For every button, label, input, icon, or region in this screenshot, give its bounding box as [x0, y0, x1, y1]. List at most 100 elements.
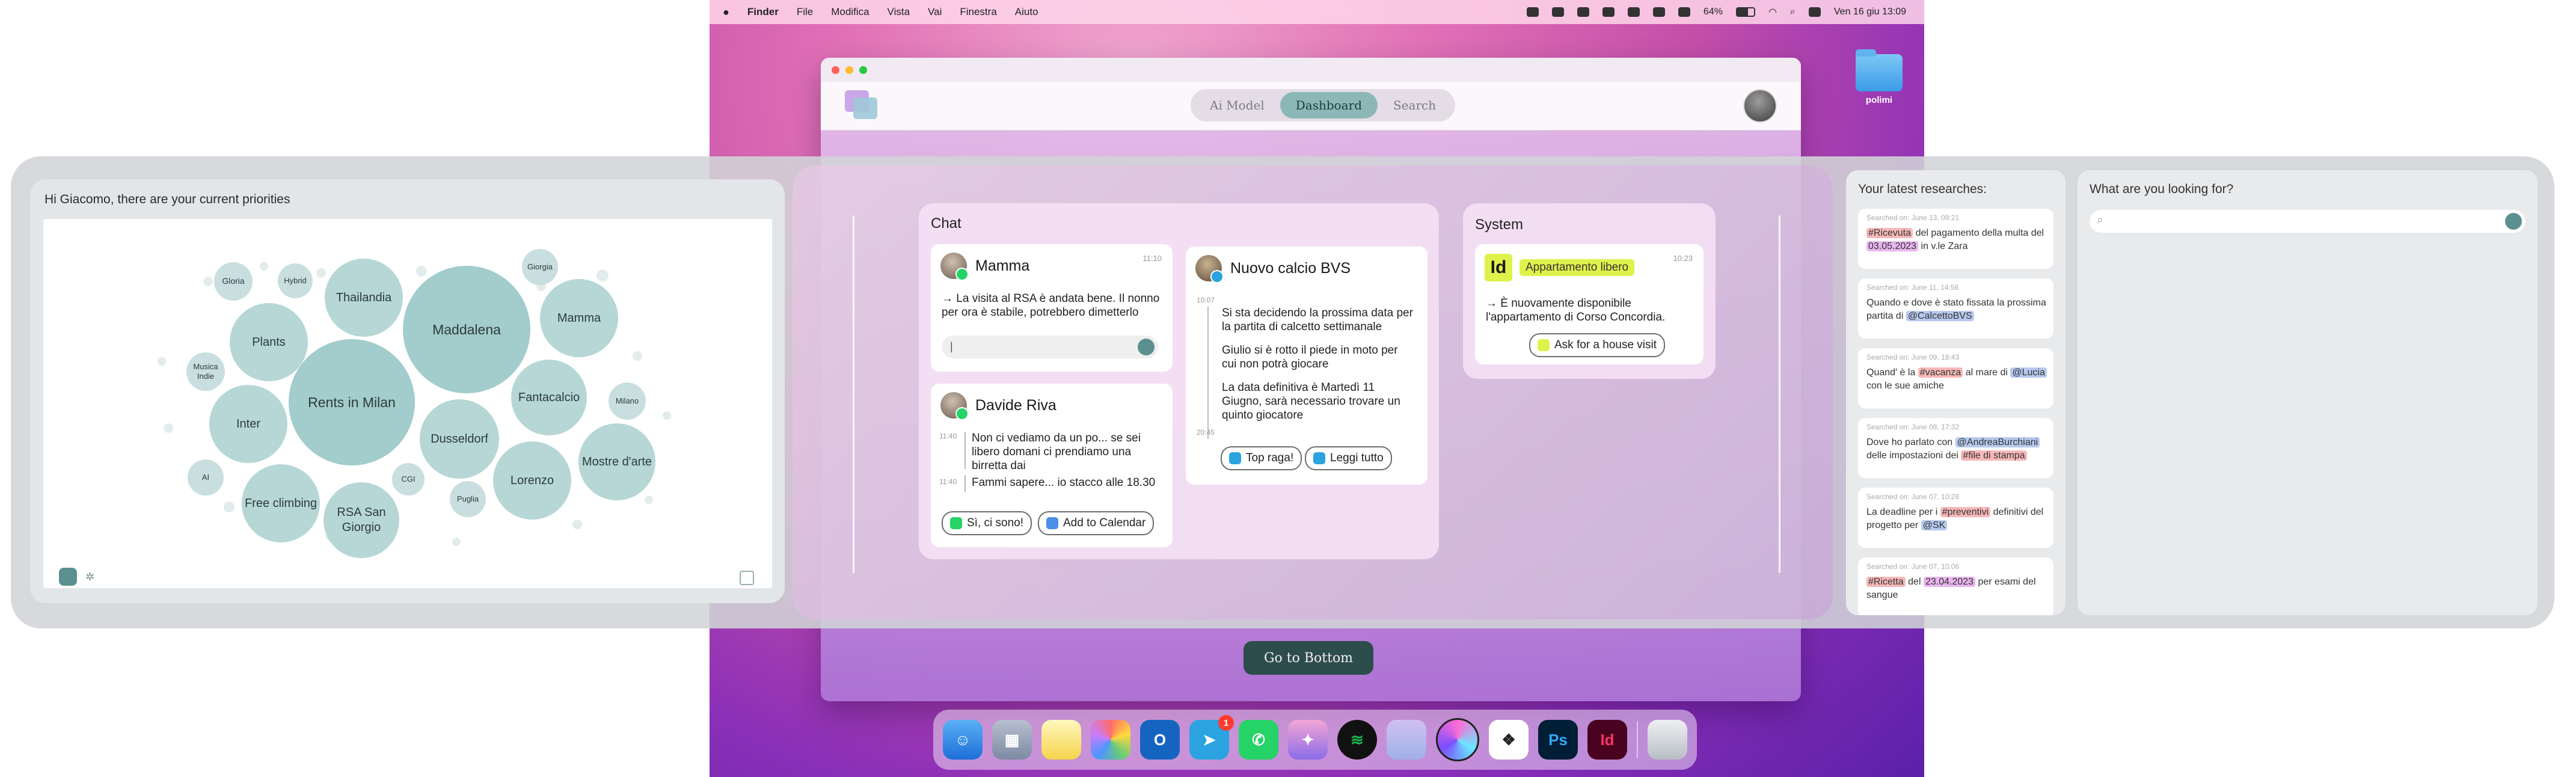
notes-icon[interactable] [1041, 720, 1081, 760]
comment-icon[interactable] [740, 571, 754, 585]
tab-ai-model[interactable]: Ai Model [1194, 92, 1280, 118]
chat-card-mamma[interactable]: Mamma 11:10 → La visita al RSA è andata … [931, 244, 1173, 372]
figma-icon[interactable]: ❖ [1489, 720, 1529, 760]
bubble-mostre-darte[interactable]: Mostre d'arte [578, 423, 655, 500]
trash-icon[interactable] [1648, 720, 1687, 760]
bubble-mamma[interactable]: Mamma [540, 279, 618, 357]
menu-aiuto[interactable]: Aiuto [1015, 6, 1038, 18]
text: del pagamento della multa del [1913, 228, 2044, 238]
hashtag: #vacanza [1918, 367, 1963, 378]
photos-icon[interactable] [1091, 720, 1130, 760]
launchpad-icon[interactable]: ▦ [992, 720, 1032, 760]
outlook-icon[interactable]: O [1140, 720, 1180, 760]
app-logo[interactable] [845, 90, 880, 119]
research-item[interactable]: Searched on: June 08, 17:32 Dove ho parl… [1858, 418, 2053, 478]
chat-card-davide[interactable]: Davide Riva 11:40 Non ci vediamo da un p… [931, 384, 1173, 547]
bubble-rents-in-milan[interactable]: Rents in Milan [289, 339, 415, 465]
menu-finestra[interactable]: Finestra [960, 6, 996, 18]
bubble-hybrid[interactable]: Hybrid [278, 263, 313, 298]
microphone-icon[interactable] [1138, 339, 1155, 355]
quick-reply-button[interactable]: Sì, ci sono! [942, 511, 1032, 535]
research-item[interactable]: Searched on: June 09, 18:43 Quand' è la … [1858, 348, 2053, 408]
read-all-label: Leggi tutto [1330, 452, 1384, 464]
system-card[interactable]: Id Appartamento libero 10:23 → È nuovame… [1475, 244, 1704, 364]
hashtag: #file di stampa [1961, 450, 2027, 461]
bubble-rsa-san-giorgio[interactable]: RSA San Giorgio [324, 482, 399, 558]
research-item[interactable]: Searched on: June 07, 10:28 La deadline … [1858, 488, 2053, 548]
finder-icon[interactable]: ☺ [943, 720, 983, 760]
sparkle-icon[interactable]: ✲ [85, 571, 97, 583]
tab-search[interactable]: Search [1378, 92, 1452, 118]
reply-input[interactable]: | [942, 336, 1158, 358]
user-avatar[interactable] [1743, 89, 1777, 123]
status-app-icon[interactable] [1577, 7, 1589, 17]
menu-vai[interactable]: Vai [928, 6, 942, 18]
research-item[interactable]: Searched on: June 07, 10:06 #Ricetta del… [1858, 557, 2053, 615]
whatsapp-icon[interactable]: ✆ [1239, 720, 1278, 760]
menu-file[interactable]: File [797, 6, 813, 18]
status-app-icon[interactable] [1627, 7, 1640, 17]
bubble-thailandia[interactable]: Thailandia [325, 259, 403, 337]
menu-finder[interactable]: Finder [747, 6, 779, 18]
search-title: What are you looking for? [2090, 182, 2234, 196]
status-app-icon[interactable] [1526, 7, 1539, 17]
arc-icon[interactable] [1436, 718, 1479, 761]
spotify-icon[interactable]: ≋ [1337, 720, 1377, 760]
photoshop-icon[interactable]: Ps [1538, 720, 1578, 760]
status-app-icon[interactable] [1551, 7, 1564, 17]
bubble-milano[interactable]: Milano [609, 382, 646, 420]
ai-search-button[interactable] [2505, 213, 2522, 230]
bubble-puglia[interactable]: Puglia [450, 481, 486, 517]
bubble-musica-indie[interactable]: Musica Indie [186, 352, 225, 391]
go-to-bottom-button[interactable]: Go to Bottom [1244, 641, 1373, 675]
house-visit-button[interactable]: Ask for a house visit [1529, 333, 1666, 357]
research-item[interactable]: Searched on: June 13, 09:21 #Ricevuta de… [1858, 209, 2053, 269]
bubble-free-climbing[interactable]: Free climbing [242, 464, 320, 542]
desktop-folder[interactable]: polimi [1852, 49, 1906, 105]
chart-view-icon[interactable] [59, 568, 77, 586]
search-input[interactable]: ⌕ [2090, 210, 2525, 233]
bubble-plants[interactable]: Plants [230, 303, 308, 381]
battery-icon[interactable] [1735, 7, 1755, 17]
research-item[interactable]: Searched on: June 11, 14:56 Quando e dov… [1858, 278, 2053, 339]
menu-modifica[interactable]: Modifica [831, 6, 869, 18]
shortcuts-icon[interactable]: ✦ [1288, 720, 1328, 760]
minimize-button[interactable] [845, 66, 853, 74]
message-text: Non ci vediamo da un po... se sei libero… [972, 432, 1141, 472]
research-date: Searched on: June 08, 17:32 [1866, 423, 1960, 431]
bubble-fantacalcio[interactable]: Fantacalcio [511, 360, 587, 435]
telegram-icon[interactable]: ➤ 1 [1189, 715, 1234, 760]
bubble-inter[interactable]: Inter [209, 385, 287, 463]
quick-reply-button[interactable]: Top raga! [1221, 446, 1302, 470]
read-all-button[interactable]: Leggi tutto [1305, 446, 1392, 470]
system-title: System [1475, 217, 1524, 233]
menu-vista[interactable]: Vista [888, 6, 910, 18]
spotlight-icon[interactable]: ⌕ [1790, 7, 1796, 17]
bubble-cgi[interactable]: CGI [392, 463, 425, 496]
status-app-icon[interactable] [1652, 7, 1665, 17]
text: del [1905, 577, 1924, 587]
bubble-maddalena[interactable]: Maddalena [403, 266, 530, 393]
control-center-icon[interactable] [1808, 7, 1821, 17]
status-app-icon[interactable] [1602, 7, 1615, 17]
app-icon[interactable] [1387, 720, 1426, 760]
tab-dashboard[interactable]: Dashboard [1280, 92, 1378, 118]
close-button[interactable] [832, 66, 839, 74]
add-to-calendar-button[interactable]: Add to Calendar [1038, 511, 1155, 535]
apple-menu-icon[interactable]: ● [723, 6, 729, 19]
bubble-dusseldorf[interactable]: Dusseldorf [420, 399, 499, 479]
text: delle impostazioni dei [1866, 450, 1961, 461]
chat-card-calcio[interactable]: Nuovo calcio BVS 10:07 Si sta decidendo … [1186, 247, 1428, 485]
app-header: Ai Model Dashboard Search [821, 82, 1801, 131]
status-app-icon[interactable] [1678, 7, 1690, 17]
bubble-ai[interactable]: AI [188, 459, 224, 496]
zoom-button[interactable] [859, 66, 867, 74]
clock[interactable]: Ven 16 giu 13:09 [1834, 7, 1906, 17]
bubble-lorenzo[interactable]: Lorenzo [493, 441, 571, 520]
date-tag: 23.04.2023 [1923, 577, 1976, 587]
indesign-icon[interactable]: Id [1587, 720, 1627, 760]
bubble-gloria[interactable]: Gloria [214, 262, 253, 301]
text: La deadline per i [1866, 507, 1940, 517]
wifi-icon[interactable]: ◠ [1768, 6, 1777, 18]
bubble-giorgia[interactable]: Giorgia [522, 249, 558, 285]
